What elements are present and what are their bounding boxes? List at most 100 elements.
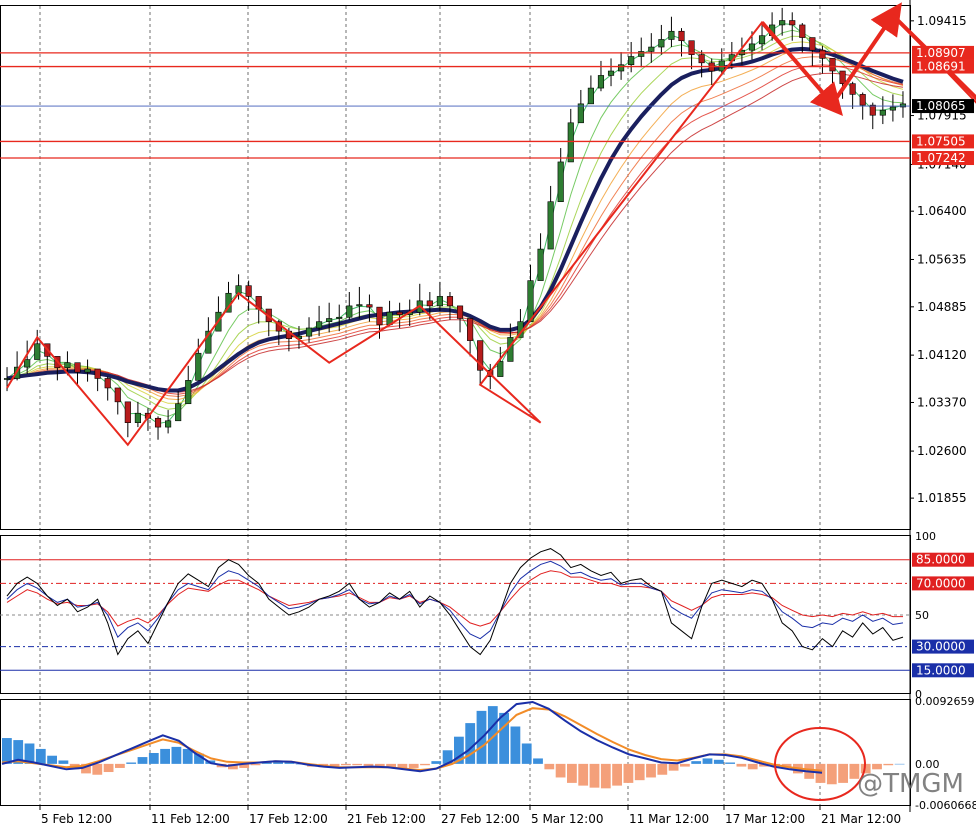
macd-histogram-bar — [352, 763, 363, 766]
macd-histogram-bar — [47, 755, 57, 764]
macd-histogram-bar — [713, 759, 724, 764]
macd-histogram-bar — [420, 763, 430, 766]
current-price-label: 1.08065 — [916, 99, 966, 113]
macd-histogram-bar — [623, 763, 634, 783]
candle-body — [336, 316, 343, 319]
rsi-level-label: 15.0000 — [916, 663, 966, 677]
candle-body — [114, 387, 121, 403]
macd-histogram-bar — [680, 763, 690, 767]
level-label: 1.07505 — [916, 134, 966, 148]
macd-histogram-bar — [465, 723, 476, 764]
candle-body — [809, 37, 816, 51]
candle-body — [698, 54, 705, 64]
candle-body — [869, 104, 876, 116]
candle-body — [456, 305, 464, 319]
time-tick-label: 27 Feb 12:00 — [441, 812, 520, 826]
candle-body — [527, 280, 534, 322]
candle-body — [658, 39, 665, 48]
time-tick-label: 21 Feb 12:00 — [347, 812, 426, 826]
macd-histogram-bar — [160, 748, 170, 764]
candle-body — [779, 20, 786, 26]
macd-histogram-bar — [826, 763, 837, 785]
candle-body — [316, 321, 323, 329]
candle-body — [618, 64, 625, 72]
tmgm-watermark: @TMGM — [857, 769, 964, 799]
candle-body — [628, 56, 635, 66]
rsi-tick-label: 100 — [915, 530, 936, 543]
candle-body — [124, 401, 131, 423]
time-tick-label: 11 Feb 12:00 — [151, 812, 230, 826]
candle-body — [839, 70, 846, 84]
candle-body — [879, 109, 886, 116]
candle-body — [859, 94, 866, 106]
macd-histogram-bar — [363, 763, 374, 766]
candle-body — [849, 83, 856, 95]
price-tick-label: 1.01855 — [917, 491, 967, 505]
macd-histogram-bar — [521, 743, 532, 764]
macd-histogram-bar — [691, 761, 702, 764]
candle-body — [497, 361, 504, 377]
candle-body — [799, 24, 806, 38]
time-tick-label: 21 Mar 12:00 — [821, 812, 901, 826]
candle-body — [577, 103, 584, 124]
chart-canvas: 1.094151.079151.071401.064001.056351.048… — [0, 0, 976, 829]
macd-histogram-bar — [431, 761, 442, 764]
macd-histogram-bar — [115, 763, 125, 768]
macd-histogram-bar — [894, 763, 905, 765]
candle-body — [668, 30, 675, 40]
candle-body — [678, 30, 685, 42]
candle-body — [446, 296, 454, 307]
macd-histogram-bar — [657, 763, 668, 775]
candle-body — [467, 318, 474, 341]
candle-body — [899, 103, 907, 108]
candle-body — [789, 20, 796, 26]
macd-histogram-bar — [148, 753, 159, 764]
price-tick-label: 1.02600 — [917, 444, 967, 458]
macd-histogram-bar — [341, 763, 351, 766]
candle-body — [426, 300, 433, 307]
macd-histogram-bar — [137, 757, 148, 764]
macd-histogram-bar — [533, 758, 543, 764]
macd-histogram-bar — [544, 763, 555, 770]
macd-histogram-bar — [646, 763, 656, 778]
time-tick-label: 5 Mar 12:00 — [531, 812, 604, 826]
price-tick-label: 1.05635 — [917, 252, 967, 266]
candle-body — [195, 352, 202, 381]
candle-body — [346, 305, 353, 318]
macd-histogram-bar — [838, 763, 848, 783]
time-tick-label: 17 Mar 12:00 — [725, 812, 805, 826]
candle-body — [34, 343, 41, 360]
candle-body — [134, 412, 141, 423]
candle-body — [396, 311, 403, 316]
macd-histogram-bar — [668, 763, 679, 771]
candle-body — [758, 35, 766, 45]
candle-body — [175, 403, 182, 422]
macd-histogram-bar — [725, 762, 735, 764]
macd-histogram-bar — [58, 760, 69, 764]
macd-tick-label: -0.0060668 — [915, 799, 976, 812]
candle-body — [748, 43, 756, 51]
candle-body — [889, 106, 896, 111]
candle-body — [376, 306, 383, 326]
macd-histogram-bar — [736, 763, 747, 767]
macd-histogram-bar — [578, 763, 589, 786]
candle-body — [366, 304, 373, 308]
candle-body — [74, 362, 81, 373]
macd-histogram-bar — [747, 763, 758, 770]
candle-body — [648, 46, 655, 52]
macd-histogram-bar — [2, 738, 12, 764]
candle-body — [245, 285, 252, 297]
candle-body — [24, 359, 31, 368]
time-tick-label: 11 Mar 12:00 — [629, 812, 709, 826]
macd-histogram-bar — [634, 763, 645, 781]
time-tick-label: 5 Feb 12:00 — [41, 812, 112, 826]
time-tick-label: 17 Feb 12:00 — [249, 812, 328, 826]
candle-body — [64, 362, 71, 369]
candle-body — [84, 368, 91, 373]
candle-body — [356, 304, 363, 307]
candle-body — [537, 248, 544, 281]
macd-histogram-bar — [567, 763, 577, 783]
candle-body — [165, 420, 172, 428]
macd-histogram-bar — [702, 758, 713, 764]
level-label: 1.08907 — [916, 46, 966, 60]
